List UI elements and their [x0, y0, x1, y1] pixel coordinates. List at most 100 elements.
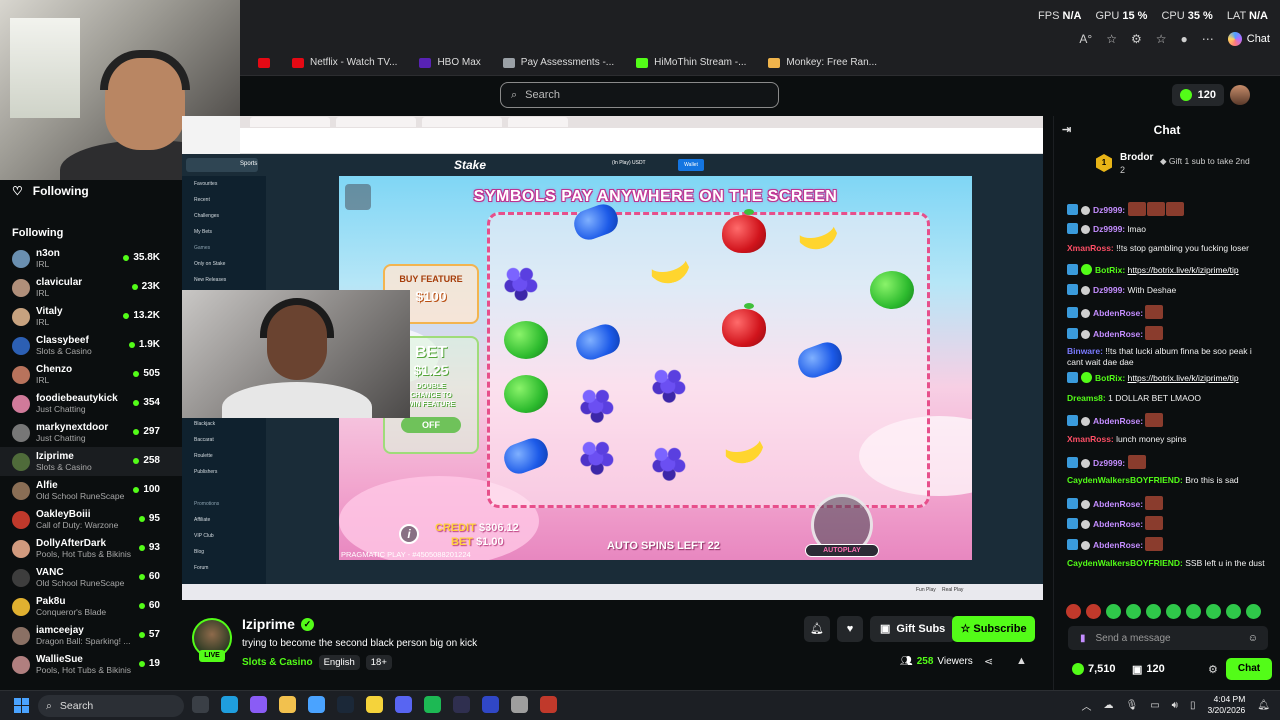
emote-button[interactable] — [1086, 604, 1101, 619]
read-aloud-icon[interactable]: A° — [1079, 32, 1092, 46]
chat-username[interactable]: BotRix: — [1095, 373, 1125, 383]
chat-gifts[interactable]: ▣ 120 — [1132, 663, 1165, 676]
discord-app-icon[interactable] — [395, 696, 412, 713]
battery-icon[interactable]: ▯ — [1190, 700, 1196, 711]
chat-username[interactable]: Binware: — [1067, 346, 1103, 356]
store-app-icon[interactable] — [308, 696, 325, 713]
sidebar-channel-vitaly[interactable]: Vitaly IRL 13.2K — [0, 302, 182, 331]
category-link[interactable]: Slots & Casino — [242, 657, 313, 668]
notes-app-icon[interactable] — [366, 696, 383, 713]
favorite-star-icon[interactable]: ☆ — [1106, 32, 1117, 46]
snip-app-icon[interactable] — [540, 696, 557, 713]
chat-username[interactable]: CaydenWalkersBOYFRIEND: — [1067, 475, 1183, 485]
bookmark-3[interactable]: HiMoThin Stream -... — [636, 57, 746, 68]
bookmark-youtube[interactable] — [258, 57, 270, 68]
emote-button[interactable] — [1166, 604, 1181, 619]
emote-button[interactable] — [1106, 604, 1121, 619]
streamer-name[interactable]: Iziprime ✓ — [242, 616, 314, 632]
emote-button[interactable] — [1066, 604, 1081, 619]
chat-username[interactable]: XmanRoss: — [1067, 434, 1114, 444]
chrome-app-icon[interactable] — [511, 696, 528, 713]
clock[interactable]: 4:04 PM 3/20/2026 — [1207, 694, 1245, 716]
sidebar-channel-chenzo[interactable]: Chenzo IRL 505 — [0, 360, 182, 389]
sidebar-channel-oakleyboiii[interactable]: OakleyBoiii Call of Duty: Warzone 95 — [0, 505, 182, 534]
chat-username[interactable]: Dz9999: — [1093, 458, 1125, 468]
emote-button[interactable] — [1126, 604, 1141, 619]
chat-link[interactable]: https://botrix.live/k/iziprime/tip — [1128, 265, 1239, 275]
taskbar-search[interactable]: ⌕ Search — [38, 695, 184, 717]
sidebar-channel-alfie[interactable]: Alfie Old School RuneScape 100 — [0, 476, 182, 505]
bookmark-4[interactable]: Monkey: Free Ran... — [768, 57, 877, 68]
windows-start-button[interactable] — [14, 698, 29, 713]
sidebar-channel-vanc[interactable]: VANC Old School RuneScape 60 — [0, 563, 182, 592]
chat-username[interactable]: Dreams8: — [1067, 393, 1106, 403]
taskview-app-icon[interactable] — [192, 696, 209, 713]
emote-button[interactable] — [1246, 604, 1261, 619]
sidebar-channel-markynextdoor[interactable]: markynextdoor Just Chatting 297 — [0, 418, 182, 447]
mic-icon[interactable]: 🎙︎ — [1125, 700, 1138, 711]
emote-button[interactable] — [1226, 604, 1241, 619]
favorites-icon[interactable]: ☆ — [1156, 32, 1167, 46]
chat-username[interactable]: AbdenRose: — [1093, 416, 1143, 426]
volume-icon[interactable]: 🔊︎ — [1172, 700, 1178, 711]
collapse-chat-icon[interactable]: ⇥ — [1062, 116, 1071, 144]
bookmark-1[interactable]: HBO Max — [419, 57, 481, 68]
steam-app-icon[interactable] — [337, 696, 354, 713]
notifications-icon[interactable]: 🔔︎ — [1257, 700, 1270, 711]
sidebar-channel-pak8u[interactable]: Pak8u Conqueror's Blade 60 — [0, 592, 182, 621]
subscribe-button[interactable]: ☆ Subscribe — [952, 616, 1035, 642]
sidebar-channel-dollyafterdark[interactable]: DollyAfterDark Pools, Hot Tubs & Bikinis 9… — [0, 534, 182, 563]
notification-bell-button[interactable]: 🔔︎ — [804, 616, 830, 642]
sidebar-channel-iamceejay[interactable]: iamceejay Dragon Ball: Sparking! ... 57 — [0, 621, 182, 650]
extensions-icon[interactable]: ⚙ — [1131, 32, 1142, 46]
chat-username[interactable]: BotRix: — [1095, 265, 1125, 275]
sidebar-following-tab[interactable]: ♡ Following — [0, 180, 182, 202]
chat-username[interactable]: XmanRoss: — [1067, 243, 1114, 253]
app-icon[interactable] — [482, 696, 499, 713]
emote-button[interactable] — [1146, 604, 1161, 619]
user-avatar[interactable] — [1230, 85, 1250, 105]
copilot-app-icon[interactable] — [250, 696, 267, 713]
gift-subs-button[interactable]: ▣ Gift Subs — [870, 616, 956, 642]
channel-points[interactable]: 120 — [1171, 84, 1224, 106]
chat-points[interactable]: 7,510 — [1072, 663, 1116, 675]
chat-username[interactable]: Dz9999: — [1093, 285, 1125, 295]
chat-send-button[interactable]: Chat — [1226, 658, 1272, 680]
search-input[interactable]: ⌕ Search — [500, 82, 779, 108]
chat-username[interactable]: Dz9999: — [1093, 205, 1125, 215]
share-icon[interactable]: ⋖ — [984, 655, 993, 668]
chat-input[interactable]: ▮ Send a message ☺ — [1068, 626, 1268, 650]
tag-mature[interactable]: 18+ — [365, 655, 392, 670]
sidebar-channel-foodiebeautykick[interactable]: foodiebeautykick Just Chatting 354 — [0, 389, 182, 418]
cloud-icon[interactable]: ☁ — [1103, 700, 1113, 711]
emoji-icon[interactable]: ☺ — [1248, 633, 1258, 644]
bookmark-0[interactable]: Netflix - Watch TV... — [292, 57, 397, 68]
explorer-app-icon[interactable] — [279, 696, 296, 713]
chat-username[interactable]: CaydenWalkersBOYFRIEND: — [1067, 558, 1183, 568]
chat-username[interactable]: AbdenRose: — [1093, 329, 1143, 339]
gift-leaderboard[interactable]: 1 Brodor 2 ◆ Gift 1 sub to take 2nd — [1060, 150, 1274, 186]
network-icon[interactable]: ▭ — [1150, 700, 1159, 711]
sidebar-channel-walliesue[interactable]: WallieSue Pools, Hot Tubs & Bikinis 19 — [0, 650, 182, 679]
spotify-app-icon[interactable] — [424, 696, 441, 713]
emote-button[interactable] — [1206, 604, 1221, 619]
more-icon[interactable]: ⋯ — [1202, 32, 1214, 46]
chat-username[interactable]: AbdenRose: — [1093, 499, 1143, 509]
bookmark-2[interactable]: Pay Assessments -... — [502, 57, 614, 68]
tray-chevron-icon[interactable]: ︿ — [1081, 698, 1091, 713]
chat-link[interactable]: https://botrix.live/k/iziprime/tip — [1128, 373, 1239, 383]
report-icon[interactable]: ▲ — [1016, 655, 1027, 667]
chat-settings-icon[interactable]: ⚙ — [1208, 663, 1218, 676]
copilot-chat-button[interactable]: Chat — [1227, 32, 1270, 46]
chat-username[interactable]: AbdenRose: — [1093, 540, 1143, 550]
obs-app-icon[interactable] — [453, 696, 470, 713]
chat-username[interactable]: AbdenRose: — [1093, 308, 1143, 318]
sidebar-channel-n3on[interactable]: n3on IRL 35.8K — [0, 244, 182, 273]
sidebar-channel-iziprime[interactable]: Iziprime Slots & Casino 258 — [0, 447, 182, 476]
chat-username[interactable]: Dz9999: — [1093, 224, 1125, 234]
profile-icon[interactable]: ● — [1181, 32, 1188, 46]
sidebar-channel-clavicular[interactable]: clavicular IRL 23K — [0, 273, 182, 302]
chat-username[interactable]: AbdenRose: — [1093, 519, 1143, 529]
sidebar-channel-classybeef[interactable]: Classybeef Slots & Casino 1.9K — [0, 331, 182, 360]
emote-button[interactable] — [1186, 604, 1201, 619]
